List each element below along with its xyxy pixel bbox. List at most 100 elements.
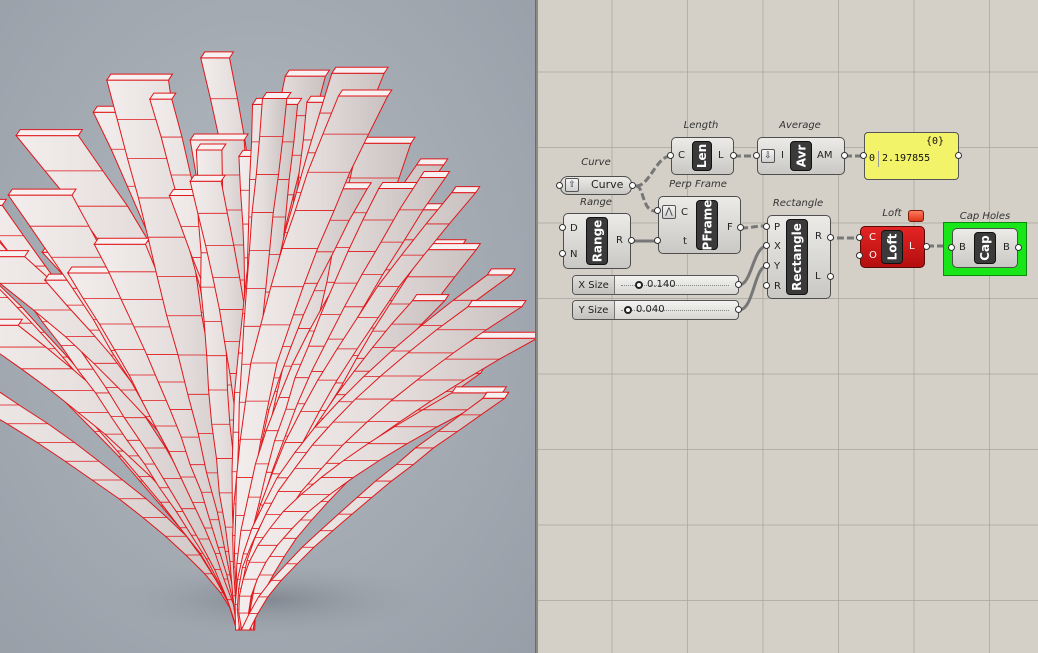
- cap-holes-grip-in[interactable]: [948, 244, 955, 251]
- loft-grip-c[interactable]: [856, 234, 863, 241]
- rhino-viewport[interactable]: [0, 0, 535, 653]
- perp-frame-input-c: C: [681, 207, 688, 218]
- rectangle-grip-y[interactable]: [763, 262, 770, 269]
- model-slab-cap: [424, 243, 482, 251]
- model-slab-cap: [199, 51, 235, 59]
- perp-frame-nickname: PFrame: [696, 200, 718, 250]
- rectangle-title: Rectangle: [772, 198, 824, 209]
- average-nickname: Avr: [790, 141, 812, 171]
- wire-ysize-rectangle: [738, 264, 768, 312]
- range-grip-r[interactable]: [628, 237, 635, 244]
- y-size-value: 0.040: [636, 304, 665, 315]
- y-size-label: Y Size: [573, 301, 615, 319]
- panel-index: 0: [869, 153, 876, 164]
- rectangle-input-x: X: [774, 241, 781, 252]
- loft-title: Loft: [882, 208, 902, 219]
- x-size-slider[interactable]: X Size 0.140: [572, 275, 739, 295]
- panel-index-divider: [878, 151, 879, 167]
- average-grip-am[interactable]: [841, 152, 848, 159]
- twisted-box-tower-model: [0, 51, 535, 638]
- perp-frame-title: Perp Frame: [669, 179, 727, 190]
- warning-balloon-icon[interactable]: [908, 210, 924, 222]
- wire-layer: [631, 154, 949, 312]
- y-size-slider[interactable]: Y Size 0.040: [572, 300, 739, 320]
- perp-frame-output-f: F: [727, 222, 733, 233]
- panel-value: 2.197855: [882, 153, 931, 164]
- length-title: Length: [683, 120, 719, 131]
- rectangle-grip-r[interactable]: [763, 282, 770, 289]
- average-output-am: AM: [817, 150, 833, 161]
- rectangle-output-l: L: [815, 271, 821, 282]
- rectangle-component[interactable]: P X Y R Rectangle R L: [767, 215, 831, 299]
- rectangle-input-y: Y: [774, 261, 781, 272]
- rectangle-grip-x[interactable]: [763, 242, 770, 249]
- panel-grip-in[interactable]: [860, 152, 867, 159]
- model-slab-cap: [195, 143, 227, 151]
- x-size-label: X Size: [573, 276, 615, 294]
- range-component[interactable]: D N Range R: [563, 213, 631, 269]
- rectangle-grip-out-r[interactable]: [827, 234, 834, 241]
- model-slab-cap: [189, 174, 227, 182]
- x-size-knob[interactable]: [635, 281, 643, 289]
- perp-frame-grip-t[interactable]: [654, 237, 661, 244]
- length-input-c: C: [678, 150, 685, 161]
- model-slab-cap: [0, 198, 8, 206]
- curve-output-grip[interactable]: [629, 182, 636, 189]
- panel-grip-out[interactable]: [955, 152, 962, 159]
- perp-frame-grip-c[interactable]: [654, 207, 661, 214]
- average-grip-i[interactable]: [753, 152, 760, 159]
- cap-holes-grip-out[interactable]: [1015, 244, 1022, 251]
- loft-grip-l[interactable]: [923, 243, 930, 250]
- perp-frame-input-t: t: [683, 236, 687, 247]
- loft-grip-o[interactable]: [856, 252, 863, 259]
- loft-input-c: C: [869, 232, 876, 243]
- perp-frame-grip-f[interactable]: [737, 224, 744, 231]
- model-slab-cap: [284, 69, 331, 77]
- model-slab-cap: [450, 186, 481, 194]
- x-size-value: 0.140: [647, 279, 676, 290]
- curve-parameter[interactable]: ⇧ Curve: [560, 176, 632, 195]
- y-size-grip[interactable]: [735, 306, 742, 313]
- rectangle-input-r: R: [774, 281, 781, 292]
- model-slab-cap: [93, 237, 151, 245]
- output-panel[interactable]: {0} 0 2.197855: [864, 132, 959, 180]
- length-component[interactable]: C Len L: [671, 137, 734, 175]
- curve-title: Curve: [581, 157, 611, 168]
- range-input-d: D: [570, 223, 578, 234]
- grasshopper-canvas[interactable]: Curve ⇧ Curve Range D N Range R Length C…: [538, 0, 1038, 653]
- range-title: Range: [580, 197, 612, 208]
- loft-output-l: L: [909, 241, 915, 252]
- length-output-l: L: [718, 150, 724, 161]
- model-slab-cap: [415, 158, 449, 166]
- model-slab-cap: [0, 318, 24, 326]
- range-grip-n[interactable]: [559, 250, 566, 257]
- model-slab-cap: [330, 66, 390, 74]
- model-slab-cap: [7, 188, 77, 196]
- curve-input-grip[interactable]: [556, 182, 563, 189]
- cap-holes-component[interactable]: B Cap B: [952, 228, 1018, 268]
- perp-frame-component[interactable]: ⋀ C t PFrame F: [658, 196, 741, 254]
- range-output-r: R: [616, 235, 623, 246]
- wire-curve-perpframe: [635, 184, 656, 213]
- cap-holes-output-b: B: [1003, 242, 1010, 253]
- loft-nickname: Loft: [881, 230, 903, 264]
- model-slab-cap: [473, 331, 535, 339]
- rectangle-grip-p[interactable]: [763, 223, 770, 230]
- average-component[interactable]: ⇩ I Avr AM: [757, 137, 845, 175]
- model-slab-cap: [337, 89, 393, 97]
- rectangle-grip-out-l[interactable]: [827, 273, 834, 280]
- model-slab-cap: [467, 300, 527, 308]
- length-grip-l[interactable]: [730, 152, 737, 159]
- model-slab-cap: [0, 250, 30, 258]
- curve-label: Curve: [591, 178, 624, 191]
- length-grip-c[interactable]: [667, 152, 674, 159]
- rectangle-input-p: P: [774, 222, 781, 233]
- average-input-i: I: [781, 150, 784, 161]
- loft-input-o: O: [869, 250, 877, 261]
- loft-component[interactable]: C O Loft L: [860, 226, 925, 268]
- range-grip-d[interactable]: [559, 224, 566, 231]
- y-size-knob[interactable]: [624, 306, 632, 314]
- model-slab-cap: [15, 129, 84, 137]
- x-size-grip[interactable]: [735, 281, 742, 288]
- cap-holes-nickname: Cap: [974, 232, 996, 264]
